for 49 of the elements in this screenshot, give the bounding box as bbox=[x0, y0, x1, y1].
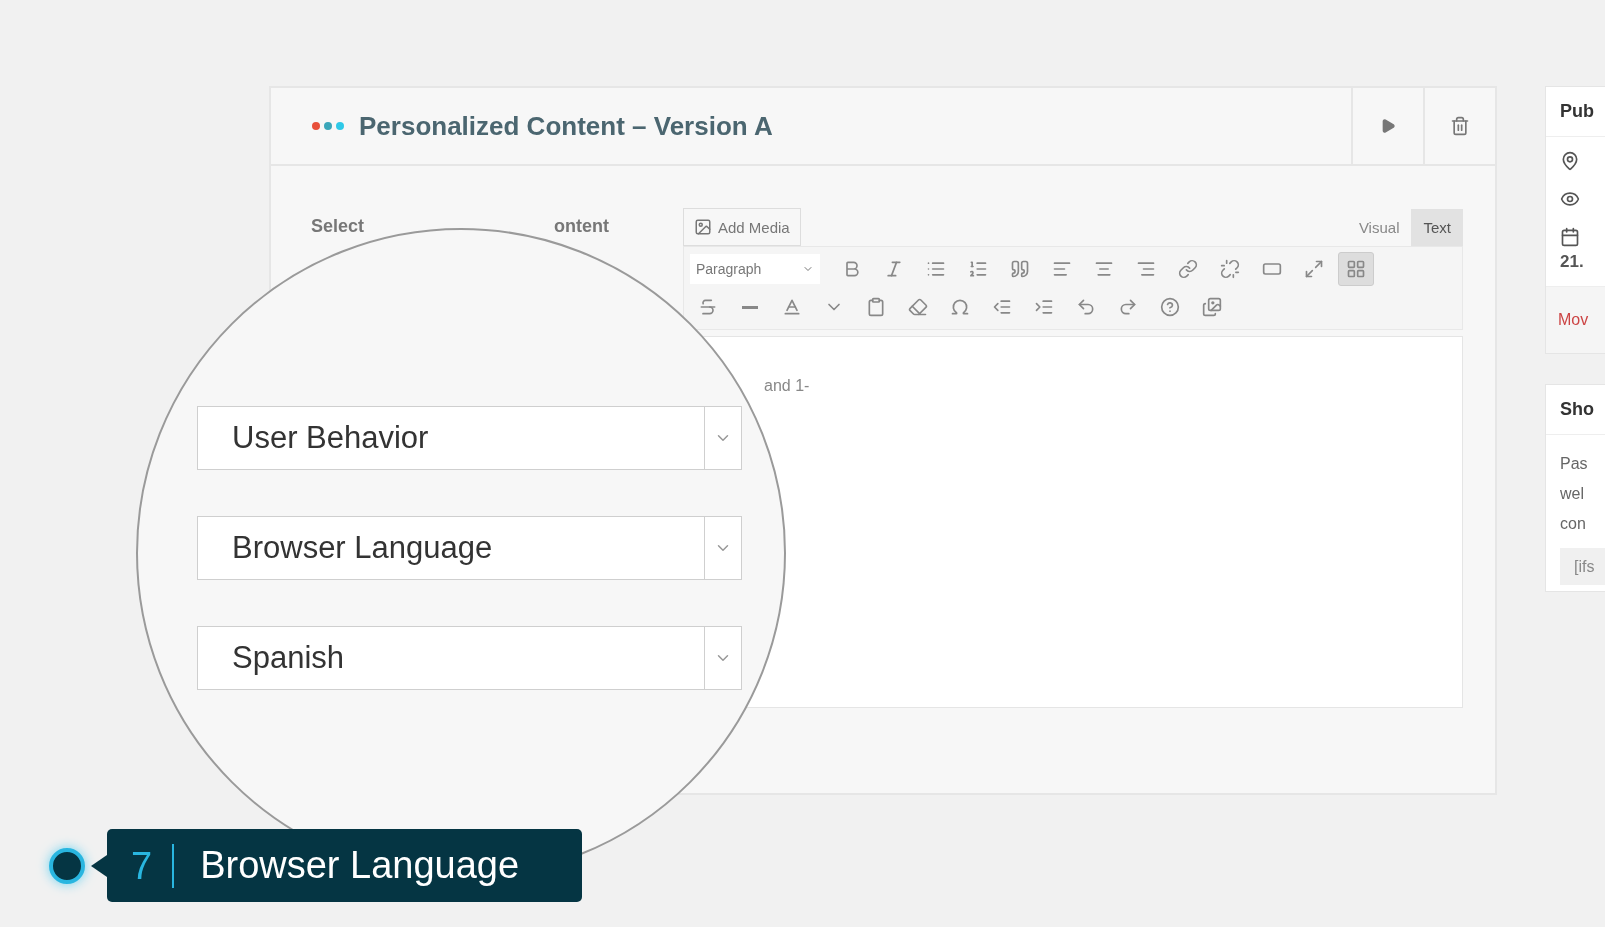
trash-link[interactable]: Mov bbox=[1558, 311, 1589, 328]
editor-tab[interactable]: Text bbox=[1411, 209, 1463, 246]
redo-icon bbox=[1118, 297, 1138, 317]
hotspot-dot[interactable] bbox=[49, 848, 85, 884]
align-left-icon bbox=[1052, 259, 1072, 279]
link-icon bbox=[1178, 259, 1198, 279]
play-icon bbox=[1380, 118, 1396, 134]
strikethrough-icon bbox=[698, 297, 718, 317]
calendar-icon bbox=[1560, 227, 1580, 247]
clipboard-icon bbox=[866, 297, 886, 317]
logo-icon bbox=[311, 121, 345, 131]
toolbar-toggle-icon bbox=[1346, 259, 1366, 279]
text-color-icon bbox=[782, 297, 802, 317]
step-number: 7 bbox=[131, 843, 175, 888]
card-title: Sho bbox=[1560, 399, 1594, 419]
card-title: Pub bbox=[1560, 101, 1594, 121]
undo-icon bbox=[1076, 297, 1096, 317]
field-label: Select bbox=[311, 216, 365, 238]
italic-icon bbox=[884, 259, 904, 279]
description-text: Pas bbox=[1560, 454, 1589, 474]
field-label: ontent bbox=[554, 216, 609, 238]
description-text: wel bbox=[1560, 484, 1585, 504]
images-icon bbox=[1202, 297, 1222, 317]
align-center-icon bbox=[1094, 259, 1114, 279]
dropdown-select[interactable]: User Behavior bbox=[197, 406, 742, 470]
editor-text: and 1- bbox=[764, 377, 810, 394]
outdent-icon bbox=[992, 297, 1012, 317]
indent-icon bbox=[1034, 297, 1054, 317]
callout-text: Browser Language bbox=[199, 844, 520, 887]
eye-icon bbox=[1560, 189, 1580, 209]
eraser-icon bbox=[908, 297, 928, 317]
numbered-list-icon bbox=[968, 259, 988, 279]
fullscreen-icon bbox=[1304, 259, 1324, 279]
description-text: con bbox=[1560, 514, 1587, 534]
panel-title: Personalized Content – Version A bbox=[359, 110, 773, 142]
unlink-icon bbox=[1220, 259, 1240, 279]
pin-icon bbox=[1560, 151, 1580, 171]
align-right-icon bbox=[1136, 259, 1156, 279]
shortcode-field[interactable]: [ifs bbox=[1560, 548, 1605, 585]
quote-icon bbox=[1010, 259, 1030, 279]
bulleted-list-icon bbox=[926, 259, 946, 279]
dropdown-select[interactable]: Browser Language bbox=[197, 516, 742, 580]
trash-icon bbox=[1450, 116, 1470, 136]
format-select[interactable]: Paragraph bbox=[690, 254, 820, 284]
image-icon bbox=[694, 218, 712, 236]
dropdown-select[interactable]: Spanish bbox=[197, 626, 742, 690]
omega-icon bbox=[950, 297, 970, 317]
publish-date: 21. bbox=[1560, 252, 1584, 271]
help-icon bbox=[1160, 297, 1180, 317]
